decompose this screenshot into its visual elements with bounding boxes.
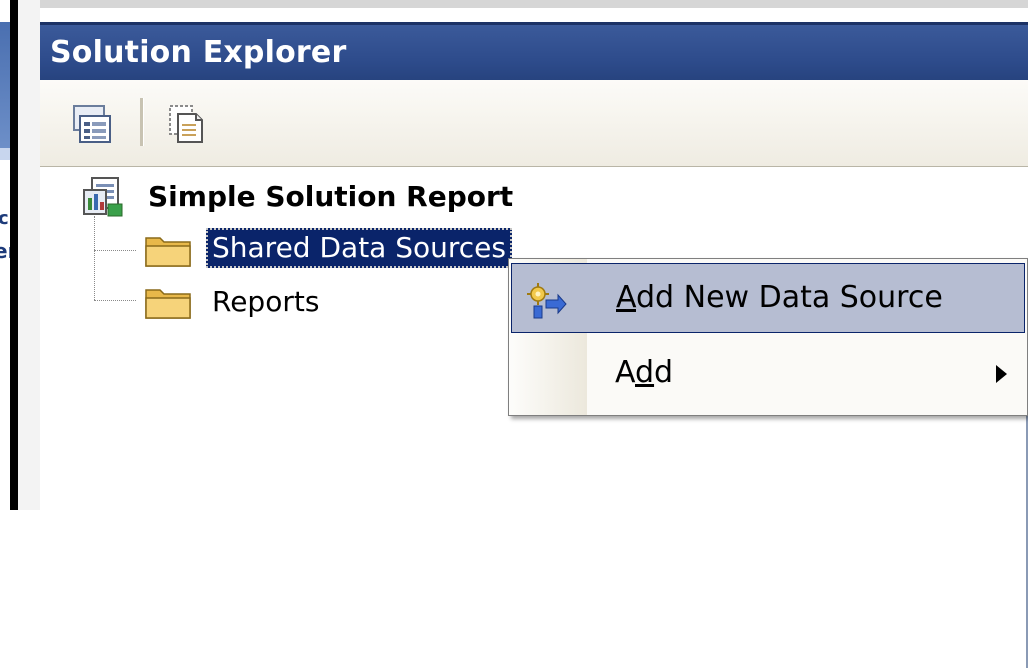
menu-item-add[interactable]: Add	[511, 339, 1025, 409]
submenu-arrow-icon	[996, 365, 1007, 383]
tree-connector	[94, 216, 95, 300]
tree-connector	[94, 250, 136, 251]
window-divider	[10, 0, 18, 510]
report-project-icon	[82, 176, 124, 218]
solution-explorer-titlebar[interactable]: Solution Explorer	[40, 22, 1028, 83]
background-text-fragment: c	[0, 208, 9, 229]
top-edge	[0, 0, 1028, 8]
toolbar-separator	[140, 98, 144, 146]
add-data-source-icon	[524, 280, 568, 320]
show-all-files-icon[interactable]	[164, 102, 208, 146]
solution-explorer-toolbar	[40, 80, 1028, 167]
tree-root-label: Simple Solution Report	[148, 180, 514, 213]
menu-item-add-new-data-source[interactable]: Add New Data Source	[511, 263, 1025, 333]
properties-icon[interactable]	[70, 102, 114, 146]
folder-icon	[144, 284, 192, 320]
window-gap	[18, 0, 40, 510]
background-window-titlebar	[0, 22, 10, 148]
menu-item-label: Add New Data Source	[616, 280, 943, 315]
background-window-bar	[0, 148, 10, 160]
panel-title: Solution Explorer	[50, 35, 347, 70]
menu-item-label: Add	[615, 355, 674, 390]
tree-connector	[94, 300, 136, 301]
tree-node-shared-data-sources[interactable]: Shared Data Sources	[206, 228, 512, 268]
context-menu: Add New Data Source Add	[508, 258, 1028, 416]
background-window: c er	[0, 0, 17, 510]
tree-node-reports[interactable]: Reports	[206, 282, 325, 322]
folder-icon	[144, 232, 192, 268]
